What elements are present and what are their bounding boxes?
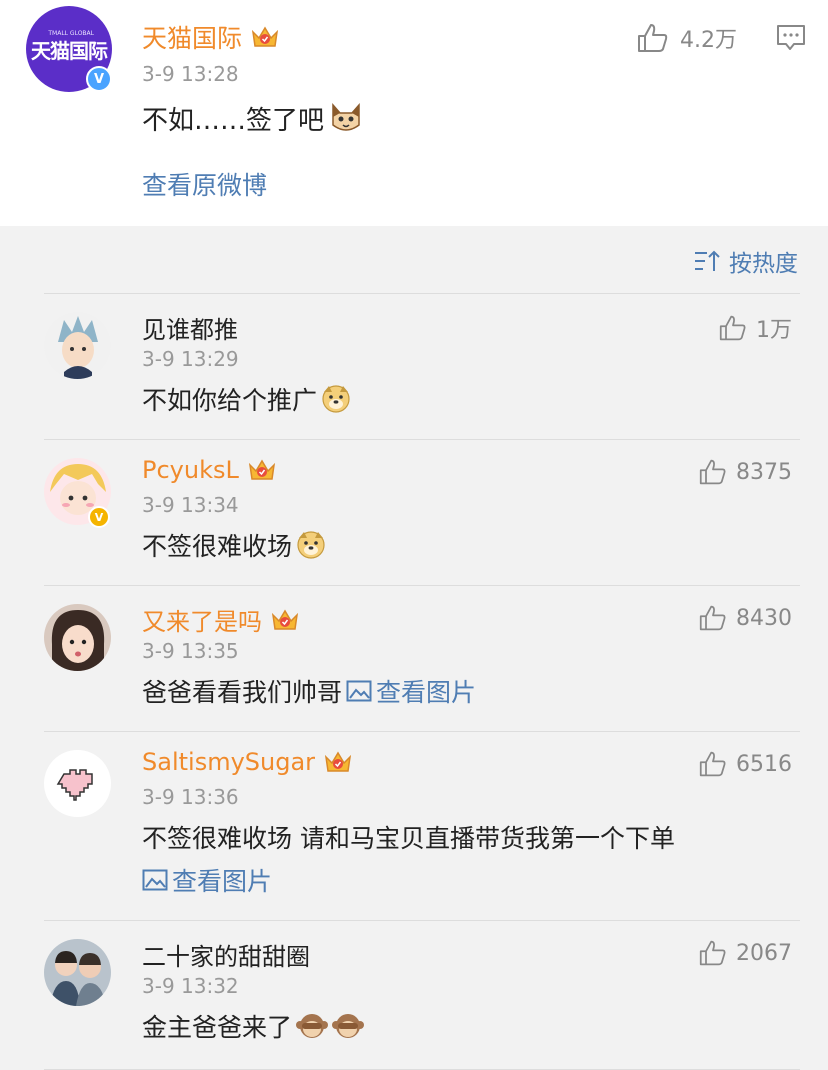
comment-text: 不如你给个推广 [142, 381, 351, 417]
comment-text-content: 不如你给个推广 [142, 386, 318, 415]
view-original-link[interactable]: 查看原微博 [142, 166, 267, 202]
pixel-heart-avatar [44, 750, 111, 817]
comment-time: 3-9 13:32 [142, 974, 239, 998]
post-text: 不如……签了吧 [142, 100, 364, 137]
comment-like-button[interactable]: 2067 [698, 939, 792, 967]
post-author-name: 天猫国际 [142, 24, 243, 53]
doge-emoji-icon [322, 385, 350, 413]
comment-text: 爸爸看看我们帅哥 查看图片 [142, 673, 476, 709]
cat-face-emoji-icon [332, 102, 360, 131]
comment-like-count: 8430 [736, 605, 792, 631]
comment-time: 3-9 13:36 [142, 785, 239, 809]
comment-like-count: 2067 [736, 940, 792, 966]
comment-time: 3-9 13:35 [142, 639, 239, 663]
thumbs-up-icon [699, 605, 726, 631]
comment-like-button[interactable]: 6516 [698, 750, 792, 778]
sort-by-hot-button[interactable]: 按热度 [693, 244, 798, 278]
comment-text: 不签很难收场 [142, 527, 326, 563]
doge-emoji-icon [297, 531, 325, 559]
vip-crown-icon [324, 751, 352, 772]
commenter-name: 又来了是吗 [142, 608, 262, 636]
commenter-name-row[interactable]: 又来了是吗 [142, 602, 300, 637]
monkey-emoji-icon [332, 1014, 365, 1038]
commenter-avatar[interactable] [44, 312, 111, 379]
two-boys-photo-avatar [44, 939, 111, 1006]
comment-text: 不签很难收场 请和马宝贝直播带货我第一个下单 [142, 819, 675, 855]
anime-boy-avatar [44, 312, 111, 379]
image-icon [142, 869, 168, 891]
post-text-content: 不如……签了吧 [142, 106, 325, 136]
comment-text-content: 金主爸爸来了 [142, 1013, 293, 1042]
comment-icon[interactable] [776, 24, 806, 52]
vip-crown-icon [251, 26, 279, 47]
verified-badge-icon: V [86, 66, 112, 92]
commenter-avatar[interactable] [44, 750, 111, 817]
comment-like-count: 8375 [736, 459, 792, 485]
monkey-emoji-icon [296, 1014, 329, 1038]
comment-time: 3-9 13:34 [142, 493, 239, 517]
view-image-link[interactable]: 查看图片 [142, 862, 272, 898]
post-like-button[interactable]: 4.2万 [636, 22, 737, 54]
thumbs-up-icon [719, 315, 746, 341]
comments-section: 按热度 见谁都推 3-9 13:29 不如你给个推广 1万 V PcyuksL … [0, 226, 828, 1070]
comment-item: 又来了是吗 3-9 13:35 爸爸看看我们帅哥 查看图片 8430 [0, 586, 828, 731]
thumbs-up-icon [699, 751, 726, 777]
commenter-name: SaltismySugar [142, 748, 316, 776]
commenter-name[interactable]: 二十家的甜甜圈 [142, 937, 310, 972]
vip-crown-icon [248, 459, 275, 480]
commenter-name: PcyuksL [142, 456, 239, 484]
verified-badge-icon: V [88, 506, 110, 528]
post-author[interactable]: 天猫国际 [142, 19, 280, 55]
comment-like-button[interactable]: 1万 [718, 312, 792, 344]
comment-text: 金主爸爸来了 [142, 1008, 365, 1044]
sort-icon [695, 250, 720, 271]
comment-text-content: 不签很难收场 [142, 532, 293, 561]
comment-item: SaltismySugar 3-9 13:36 不签很难收场 请和马宝贝直播带货… [0, 732, 828, 920]
comment-like-count: 6516 [736, 751, 792, 777]
avatar-logo-sub: TMALL GLOBAL [48, 30, 94, 37]
comment-text-content: 不签很难收场 请和马宝贝直播带货我第一个下单 [142, 824, 675, 853]
post-like-count: 4.2万 [680, 28, 737, 53]
view-image-label: 查看图片 [376, 678, 477, 707]
commenter-avatar[interactable] [44, 604, 111, 671]
comment-like-button[interactable]: 8430 [698, 604, 792, 632]
image-icon [346, 680, 372, 702]
original-post: TMALL GLOBAL 天猫国际 V 天猫国际 3-9 13:28 不如……签… [0, 0, 828, 226]
avatar-logo: 天猫国际 [31, 38, 108, 63]
thumbs-up-icon [699, 459, 726, 485]
thumbs-up-icon [699, 940, 726, 966]
post-time: 3-9 13:28 [142, 62, 239, 86]
comment-time: 3-9 13:29 [142, 347, 239, 371]
comment-text-content: 爸爸看看我们帅哥 [142, 678, 343, 707]
thumbs-up-icon [638, 24, 668, 52]
comment-like-count: 1万 [756, 318, 792, 343]
sort-label: 按热度 [729, 251, 798, 277]
comment-item: 见谁都推 3-9 13:29 不如你给个推广 1万 [0, 294, 828, 439]
comment-item: 二十家的甜甜圈 3-9 13:32 金主爸爸来了 2067 [0, 921, 828, 1069]
comment-item: V PcyuksL 3-9 13:34 不签很难收场 8375 [0, 440, 828, 585]
view-image-link[interactable]: 查看图片 [346, 673, 476, 709]
commenter-name-row[interactable]: SaltismySugar [142, 748, 353, 776]
comment-attachment: 查看图片 [142, 862, 272, 898]
commenter-name-row[interactable]: PcyuksL [142, 456, 277, 484]
vip-crown-icon [271, 609, 299, 630]
commenter-avatar[interactable] [44, 939, 111, 1006]
commenter-name[interactable]: 见谁都推 [142, 310, 238, 345]
view-image-label: 查看图片 [172, 867, 273, 896]
girl-photo-avatar [44, 604, 111, 671]
comment-like-button[interactable]: 8375 [698, 458, 792, 486]
